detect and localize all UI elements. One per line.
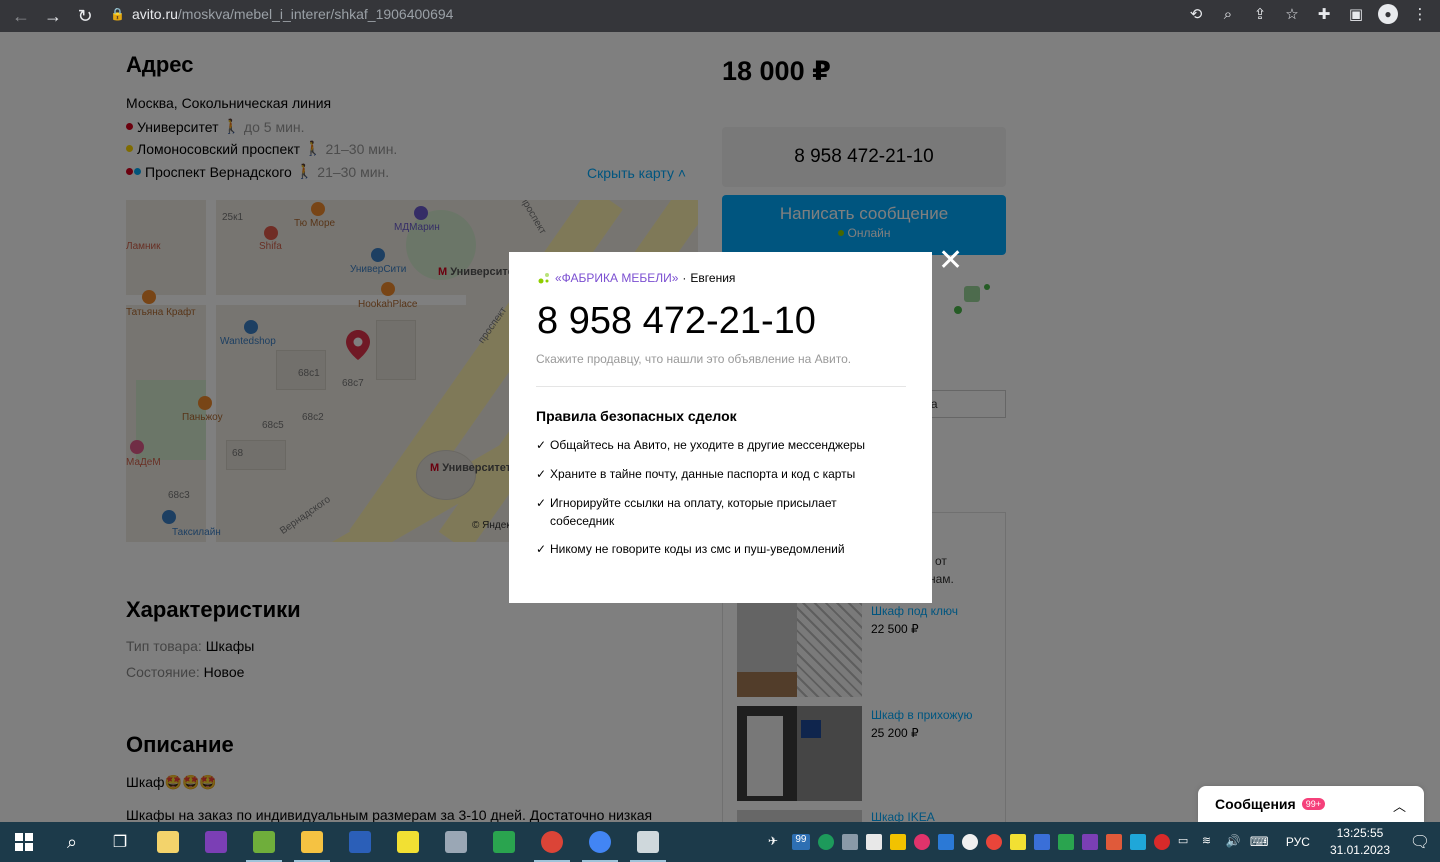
side-panel-icon[interactable]: ▣	[1344, 2, 1368, 26]
reload-icon[interactable]: ↻	[69, 2, 101, 30]
app-icon[interactable]	[961, 834, 978, 850]
profile-icon[interactable]: ●	[1376, 2, 1400, 26]
address-bar[interactable]: 🔒 avito.ru/moskva/mebel_i_interer/shkaf_…	[110, 0, 1300, 28]
input-language[interactable]: РУС	[1286, 835, 1310, 849]
checkmark-icon: ✓	[536, 542, 547, 556]
keyboard-icon[interactable]: ⌨	[1250, 834, 1272, 850]
contact-name: Евгения	[690, 271, 736, 285]
onenote-icon[interactable]	[1081, 834, 1098, 850]
browser-toolbar: ← → ↻ 🔒 avito.ru/moskva/mebel_i_interer/…	[0, 0, 1440, 32]
phone-number: 8 958 472-21-10	[537, 300, 816, 342]
taskbar-app-editor[interactable]	[240, 822, 288, 862]
taskbar-app-utility[interactable]	[432, 822, 480, 862]
menu-kebab-icon[interactable]: ⋮	[1408, 2, 1432, 26]
lock-icon: 🔒	[110, 7, 125, 21]
windows-taskbar: ⌕ ❐ ✈ 99 ▭ ≋ 🔊 ⌨ РУС 13:25:55 31.01.2023	[0, 822, 1440, 862]
separator: ·	[682, 271, 687, 285]
taskbar-app-chrome[interactable]	[528, 822, 576, 862]
clock[interactable]: 13:25:55 31.01.2023	[1330, 825, 1390, 859]
taskbar-app-explorer[interactable]	[288, 822, 336, 862]
bookmark-star-icon[interactable]: ☆	[1280, 2, 1304, 26]
taskbar-app-chrome-profile[interactable]	[576, 822, 624, 862]
translate-icon[interactable]: ⟲	[1184, 2, 1208, 26]
taskbar-app-sticky-notes[interactable]	[384, 822, 432, 862]
phone-modal: «ФАБРИКА МЕБЕЛИ» · Евгения 8 958 472-21-…	[509, 252, 932, 603]
taskbar-app-notes[interactable]	[144, 822, 192, 862]
app-icon[interactable]	[1057, 834, 1074, 850]
safety-rules-title: Правила безопасных сделок	[536, 408, 737, 424]
app-icon[interactable]	[913, 834, 930, 850]
notification-center-icon[interactable]: 🗨	[1400, 822, 1440, 862]
app-icon[interactable]	[985, 834, 1002, 850]
mail-icon[interactable]	[1033, 834, 1050, 850]
back-icon[interactable]: ←	[5, 2, 37, 30]
taskbar-app-calculator[interactable]	[624, 822, 672, 862]
shop-logo-icon	[537, 271, 551, 285]
tray-counter-icon[interactable]: 99	[791, 834, 810, 850]
screenshot-icon[interactable]	[937, 834, 954, 850]
taskbar-app-onenote[interactable]	[192, 822, 240, 862]
forward-icon[interactable]: →	[37, 2, 69, 30]
messages-bar[interactable]: Сообщения 99+ ︿	[1198, 786, 1424, 822]
safety-rule: ✓ Игнорируйте ссылки на оплату, которые п…	[536, 496, 837, 528]
system-tray: ✈ 99 ▭ ≋ 🔊 ⌨ РУС 13:25:55 31.01.2023 🗨	[764, 822, 1440, 862]
shield-icon[interactable]	[817, 834, 834, 850]
wifi-icon[interactable]: ≋	[1202, 834, 1218, 850]
checkmark-icon: ✓	[536, 467, 547, 481]
volume-icon[interactable]: 🔊	[1226, 834, 1242, 850]
phone-hint: Скажите продавцу, что нашли это объявлен…	[536, 352, 852, 366]
close-icon[interactable]: ✕	[938, 246, 963, 276]
start-button[interactable]	[0, 822, 48, 862]
shop-name-link[interactable]: «ФАБРИКА МЕБЕЛИ»	[555, 271, 678, 285]
url-text: avito.ru/moskva/mebel_i_interer/shkaf_19…	[132, 6, 454, 22]
app-icon[interactable]	[1105, 834, 1122, 850]
safety-rule: ✓ Никому не говорите коды из смс и пуш-ув…	[536, 542, 845, 556]
battery-icon[interactable]: ▭	[1178, 834, 1194, 850]
seller-info: «ФАБРИКА МЕБЕЛИ» · Евгения	[537, 271, 735, 285]
safety-rule: ✓ Общайтесь на Авито, не уходите в другие…	[536, 438, 866, 452]
file-icon[interactable]	[865, 834, 882, 850]
telegram-icon[interactable]: ✈	[768, 834, 784, 850]
task-view-icon[interactable]: ❐	[96, 822, 144, 862]
search-icon[interactable]: ⌕	[48, 822, 96, 862]
checkmark-icon: ✓	[536, 438, 547, 452]
checkmark-icon: ✓	[536, 496, 547, 510]
app-icon[interactable]	[1153, 834, 1170, 850]
windows-logo-icon	[15, 833, 33, 851]
zoom-icon[interactable]: ⌕	[1216, 2, 1240, 26]
extensions-icon[interactable]: ✚	[1312, 2, 1336, 26]
share-icon[interactable]: ⇪	[1248, 2, 1272, 26]
chevron-up-icon[interactable]: ︿	[1393, 796, 1406, 815]
notes-icon[interactable]	[889, 834, 906, 850]
safety-rule: ✓ Храните в тайне почту, данные паспорта …	[536, 467, 856, 481]
messages-badge: 99+	[1301, 798, 1325, 810]
taskbar-app-word[interactable]	[336, 822, 384, 862]
display-icon[interactable]	[841, 834, 858, 850]
divider	[536, 386, 906, 387]
app-icon[interactable]	[1009, 834, 1026, 850]
taskbar-app-sheets[interactable]	[480, 822, 528, 862]
app-icon[interactable]	[1129, 834, 1146, 850]
